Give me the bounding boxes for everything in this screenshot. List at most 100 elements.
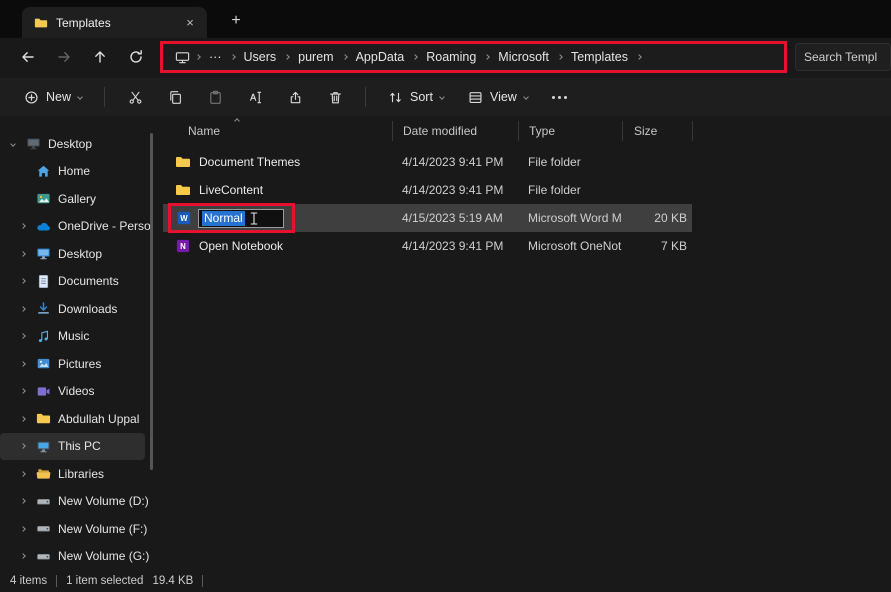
sidebar-item-libraries[interactable]: Libraries xyxy=(0,460,150,488)
sidebar-item-desktop[interactable]: Desktop xyxy=(0,240,150,268)
chevron-right-icon xyxy=(484,54,490,60)
sidebar-item-volume-f[interactable]: New Volume (F:) xyxy=(0,515,150,543)
sidebar-item-pictures[interactable]: Pictures xyxy=(0,350,150,378)
file-name: LiveContent xyxy=(199,183,263,197)
chevron-down-icon xyxy=(523,94,529,100)
svg-text:N: N xyxy=(180,242,186,251)
new-button-label: New xyxy=(46,90,71,104)
delete-button[interactable] xyxy=(317,82,353,112)
sort-ascending-icon xyxy=(234,118,240,124)
sidebar-item-videos[interactable]: Videos xyxy=(0,378,150,406)
up-button[interactable] xyxy=(82,42,118,72)
column-header-label: Date modified xyxy=(403,124,477,138)
expand-chevron-icon[interactable] xyxy=(18,307,28,311)
sidebar-scrollbar[interactable] xyxy=(150,133,153,470)
breadcrumb-item-appdata[interactable]: AppData xyxy=(349,48,412,66)
file-row-document-themes[interactable]: Document Themes 4/14/2023 9:41 PM File f… xyxy=(163,148,692,176)
expand-chevron-icon[interactable] xyxy=(18,499,28,503)
sidebar-item-volume-d[interactable]: New Volume (D:) xyxy=(0,488,150,516)
documents-icon xyxy=(35,273,51,289)
column-header-end xyxy=(692,121,693,141)
breadcrumb-item-microsoft[interactable]: Microsoft xyxy=(491,48,556,66)
drive-icon xyxy=(35,493,51,509)
expand-chevron-icon[interactable] xyxy=(18,224,28,228)
expand-chevron-icon[interactable] xyxy=(18,252,28,256)
file-row-open-notebook[interactable]: N Open Notebook 4/14/2023 9:41 PM Micros… xyxy=(163,232,692,260)
breadcrumb-item-purem[interactable]: purem xyxy=(291,48,340,66)
cut-icon xyxy=(128,90,143,105)
sidebar-item-desktop-root[interactable]: Desktop xyxy=(0,130,150,158)
sidebar-item-volume-g[interactable]: New Volume (G:) xyxy=(0,543,150,571)
sidebar-item-label: Desktop xyxy=(58,247,102,261)
column-header-type[interactable]: Type xyxy=(518,121,622,141)
expand-chevron-icon[interactable] xyxy=(18,472,28,476)
new-button[interactable]: New xyxy=(14,82,92,112)
sidebar-item-home[interactable]: Home xyxy=(0,158,150,186)
file-size: 20 KB xyxy=(622,211,692,225)
expand-chevron-icon[interactable] xyxy=(18,362,28,366)
breadcrumb-item-users[interactable]: Users xyxy=(237,48,284,66)
share-button[interactable] xyxy=(277,82,313,112)
more-options-button[interactable] xyxy=(542,82,578,112)
sidebar-item-music[interactable]: Music xyxy=(0,323,150,351)
sidebar-item-label: Downloads xyxy=(58,302,117,316)
file-list: Name Date modified Type Size Document Th… xyxy=(163,118,891,570)
search-input[interactable]: Search Templ xyxy=(804,50,877,64)
paste-button[interactable] xyxy=(197,82,233,112)
expand-chevron-icon[interactable] xyxy=(18,417,28,421)
drive-icon xyxy=(35,521,51,537)
sidebar-item-label: Desktop xyxy=(48,137,92,151)
view-button[interactable]: View xyxy=(458,82,538,112)
column-header-name[interactable]: Name xyxy=(163,121,392,141)
column-header-label: Name xyxy=(188,124,220,138)
forward-button[interactable] xyxy=(46,42,82,72)
sort-button[interactable]: Sort xyxy=(378,82,454,112)
sidebar-item-documents[interactable]: Documents xyxy=(0,268,150,296)
new-tab-button[interactable]: + xyxy=(225,10,247,32)
expand-chevron-icon[interactable] xyxy=(18,444,28,448)
breadcrumb-overflow[interactable]: ··· xyxy=(202,48,229,66)
expand-chevron-icon[interactable] xyxy=(18,389,28,393)
downloads-icon xyxy=(35,301,51,317)
sidebar-item-user-folder[interactable]: Abdullah Uppal xyxy=(0,405,150,433)
expand-chevron-icon[interactable] xyxy=(18,334,28,338)
copy-icon xyxy=(168,90,183,105)
file-row-normal-renaming[interactable]: W Normal 4/15/2023 5:19 AM Microsoft Wor… xyxy=(163,204,692,232)
collapse-chevron-icon[interactable] xyxy=(8,142,18,146)
toolbar-divider xyxy=(365,87,366,107)
search-box[interactable]: Search Templ xyxy=(795,43,891,71)
column-header-size[interactable]: Size xyxy=(622,121,692,141)
sidebar-item-gallery[interactable]: Gallery xyxy=(0,185,150,213)
sort-button-label: Sort xyxy=(410,90,433,104)
close-tab-icon[interactable]: × xyxy=(181,14,199,32)
column-header-date-modified[interactable]: Date modified xyxy=(392,121,518,141)
onedrive-cloud-icon xyxy=(35,218,51,234)
refresh-button[interactable] xyxy=(118,42,154,72)
sidebar-item-onedrive[interactable]: OneDrive - Personal xyxy=(0,213,150,241)
file-date: 4/14/2023 9:41 PM xyxy=(392,239,518,253)
rename-input[interactable]: Normal xyxy=(198,209,284,228)
breadcrumb-item-roaming[interactable]: Roaming xyxy=(419,48,483,66)
sidebar-item-this-pc[interactable]: This PC xyxy=(0,433,145,461)
explorer-tab[interactable]: Templates × xyxy=(22,7,207,38)
column-header-label: Size xyxy=(634,124,657,138)
address-bar[interactable]: ··· Users purem AppData Roaming Microsof… xyxy=(160,41,787,73)
sidebar-item-label: This PC xyxy=(58,439,101,453)
back-button[interactable] xyxy=(10,42,46,72)
sidebar-item-label: Music xyxy=(58,329,89,343)
sidebar-item-downloads[interactable]: Downloads xyxy=(0,295,150,323)
expand-chevron-icon[interactable] xyxy=(18,554,28,558)
breadcrumb-item-templates[interactable]: Templates xyxy=(564,48,635,66)
rename-button[interactable] xyxy=(237,82,273,112)
rename-highlight-box: W Normal xyxy=(168,203,295,233)
new-plus-icon xyxy=(24,90,39,105)
file-row-livecontent[interactable]: LiveContent 4/14/2023 9:41 PM File folde… xyxy=(163,176,692,204)
expand-chevron-icon[interactable] xyxy=(18,279,28,283)
this-pc-icon xyxy=(35,438,51,454)
file-name: Open Notebook xyxy=(199,239,283,253)
cut-button[interactable] xyxy=(117,82,153,112)
expand-chevron-icon[interactable] xyxy=(18,527,28,531)
trash-icon xyxy=(328,90,343,105)
folder-icon xyxy=(175,154,191,170)
copy-button[interactable] xyxy=(157,82,193,112)
